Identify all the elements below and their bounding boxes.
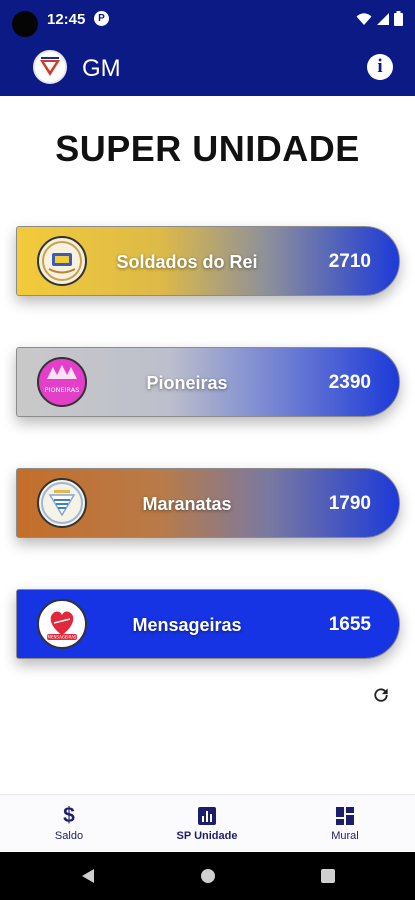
- nav-item-mural[interactable]: Mural: [276, 795, 414, 853]
- unit-card-mensageiras[interactable]: MENSAGEIRAS Mensageiras 1655: [16, 589, 400, 659]
- maranatas-logo-icon: [37, 478, 87, 528]
- unit-score: 2710: [328, 251, 371, 272]
- notification-app-icon: P: [94, 11, 109, 26]
- unit-name: Mensageiras: [132, 615, 242, 635]
- nav-label-saldo: Saldo: [54, 830, 84, 842]
- page-title: SUPER UNIDADE: [55, 128, 360, 169]
- dashboard-icon: [336, 807, 354, 825]
- wifi-icon: [356, 12, 372, 25]
- app-bar: GM i: [0, 40, 415, 96]
- pioneiras-logo-text: PIONEIRAS: [45, 386, 80, 394]
- unit-card-pioneiras[interactable]: PIONEIRAS Pioneiras 2390: [16, 347, 400, 417]
- unit-name: Soldados do Rei: [116, 252, 258, 272]
- unit-card-soldados-do-rei[interactable]: Soldados do Rei 2710: [16, 226, 400, 296]
- camera-cutout: [12, 11, 38, 37]
- dollar-icon: $: [63, 804, 75, 827]
- bar-chart-icon: [198, 807, 216, 825]
- nav-label-mural: Mural: [331, 830, 359, 842]
- recents-icon[interactable]: [320, 868, 336, 884]
- bottom-navigation: $ Saldo SP Unidade Mural: [0, 794, 415, 852]
- pioneiras-logo-icon: PIONEIRAS: [37, 357, 87, 407]
- signal-icon: [377, 12, 389, 25]
- info-icon[interactable]: i: [367, 54, 393, 80]
- unit-score: 2390: [328, 372, 371, 393]
- system-navigation-bar: [0, 852, 415, 900]
- unit-score: 1790: [328, 493, 371, 514]
- nav-label-sp-unidade: SP Unidade: [176, 830, 238, 842]
- mensageiras-logo-text: MENSAGEIRAS: [48, 635, 77, 640]
- refresh-icon: [374, 688, 388, 702]
- status-icons: [356, 11, 403, 26]
- nav-item-saldo[interactable]: $ Saldo: [0, 795, 138, 853]
- soldados-do-rei-logo-icon: [37, 236, 87, 286]
- gm-logo-icon: [33, 50, 67, 84]
- home-icon[interactable]: [200, 868, 216, 884]
- unit-card-maranatas[interactable]: Maranatas 1790: [16, 468, 400, 538]
- unit-name: Pioneiras: [146, 373, 228, 393]
- mensageiras-logo-icon: MENSAGEIRAS: [37, 599, 87, 649]
- unit-score: 1655: [328, 614, 371, 635]
- back-icon[interactable]: [80, 868, 96, 884]
- battery-icon: [394, 11, 403, 26]
- app-title: GM: [82, 55, 121, 82]
- unit-name: Maranatas: [142, 494, 232, 514]
- refresh-button[interactable]: [369, 683, 393, 707]
- status-time: 12:45: [47, 11, 86, 28]
- status-bar: 12:45 P: [0, 0, 415, 40]
- nav-item-sp-unidade[interactable]: SP Unidade: [138, 795, 276, 853]
